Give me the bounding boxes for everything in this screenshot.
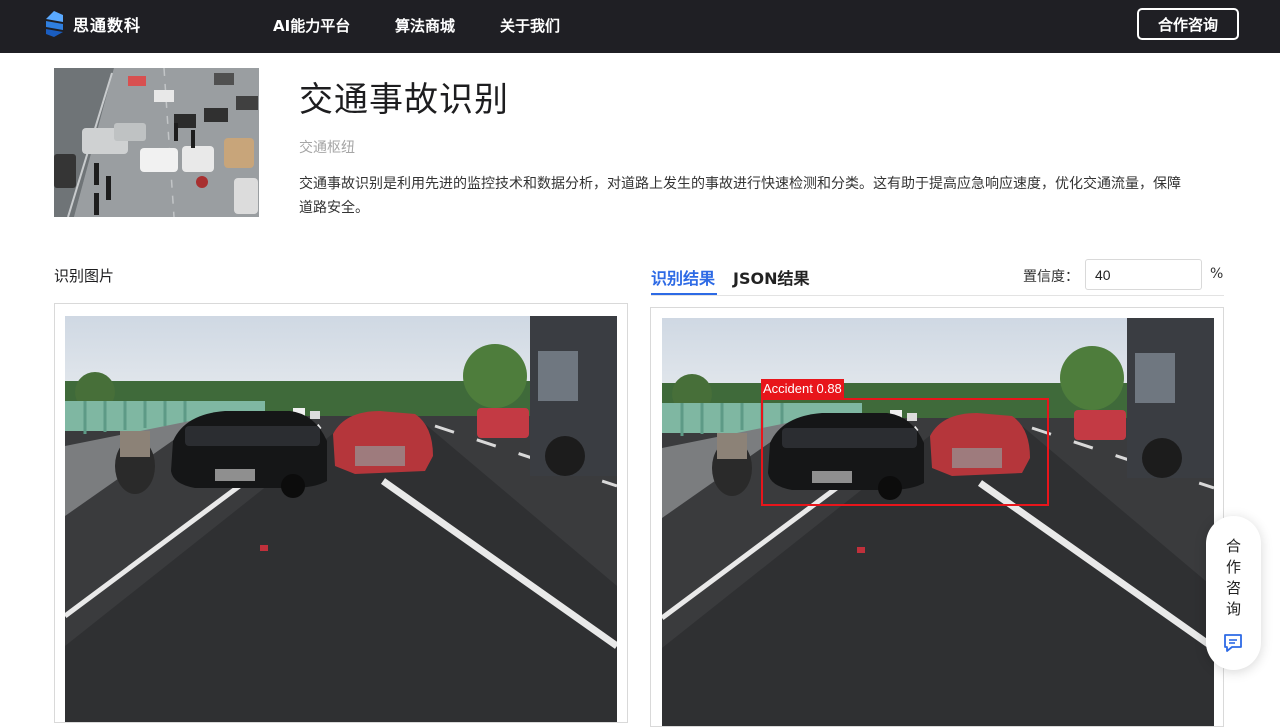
detection-label: Accident 0.88: [761, 379, 844, 399]
top-nav: 思通数科 AI能力平台 算法商城 关于我们 合作咨询: [0, 0, 1280, 53]
logo[interactable]: 思通数科: [44, 9, 141, 39]
cooperation-button[interactable]: 合作咨询: [1137, 8, 1239, 40]
nav-link-ai-platform[interactable]: AI能力平台: [273, 15, 350, 36]
input-image-label: 识别图片: [54, 267, 115, 285]
logo-text: 思通数科: [73, 16, 142, 35]
detection-bounding-box: [761, 398, 1049, 506]
tab-json-result[interactable]: JSON结果: [733, 265, 809, 289]
confidence-unit: %: [1210, 266, 1224, 282]
result-image: Accident 0.88: [662, 318, 1214, 726]
confidence-label: 置信度：: [1023, 269, 1079, 285]
algorithm-description: 交通事故识别是利用先进的监控技术和数据分析，对道路上发生的事故进行快速检测和分类…: [299, 176, 1181, 216]
floating-consult-label: 合作咨询: [1225, 537, 1241, 618]
nav-link-about-us[interactable]: 关于我们: [500, 15, 560, 36]
floating-consult-button[interactable]: 合作咨询: [1206, 516, 1261, 670]
chat-icon: [1222, 632, 1244, 658]
input-image: [65, 316, 617, 722]
result-image-panel[interactable]: Accident 0.88: [650, 307, 1224, 727]
input-image-panel[interactable]: [54, 303, 628, 723]
tab-recognition-result[interactable]: 识别结果: [651, 265, 715, 289]
category-tag: 交通枢纽: [299, 140, 355, 156]
nav-link-algorithm-store[interactable]: 算法商城: [395, 15, 455, 36]
page-title: 交通事故识别: [299, 80, 509, 120]
active-tab-indicator: [651, 293, 717, 295]
logo-icon: [44, 10, 65, 38]
confidence-input[interactable]: [1085, 259, 1202, 290]
algorithm-thumbnail: [54, 68, 259, 217]
